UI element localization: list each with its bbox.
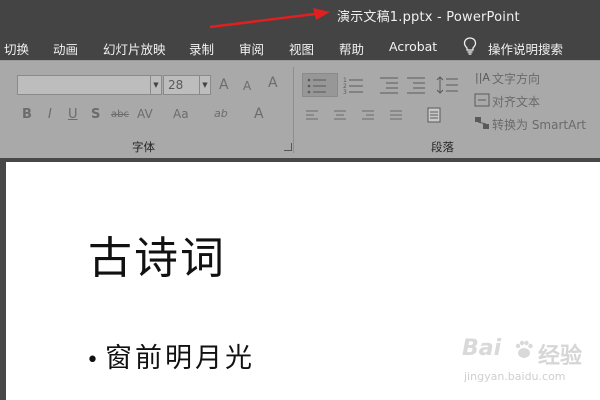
bullets-button[interactable] (302, 73, 338, 97)
tab-acrobat[interactable]: Acrobat (389, 39, 437, 54)
tab-slideshow[interactable]: 幻灯片放映 (103, 39, 166, 58)
group-divider (293, 67, 294, 153)
underline-button[interactable]: U (68, 107, 78, 122)
font-group-label: 字体 (132, 140, 155, 154)
chevron-down-icon[interactable]: ▼ (150, 76, 161, 94)
slide-title[interactable]: 古诗词 (88, 222, 226, 286)
tab-help[interactable]: 帮助 (339, 39, 364, 58)
decrease-font-button[interactable]: A (243, 79, 251, 93)
text-direction-button[interactable]: 文字方向 (492, 70, 540, 87)
chevron-down-icon[interactable]: ▼ (199, 76, 210, 94)
font-size-value: 28 (168, 78, 184, 92)
svg-text:3: 3 (343, 89, 347, 95)
increase-font-button[interactable]: A (219, 77, 229, 93)
paragraph-group-label: 段落 (431, 140, 454, 154)
tab-review[interactable]: 审阅 (239, 39, 264, 58)
font-name-field[interactable]: ▼ (17, 75, 162, 95)
convert-smartart-button[interactable]: 转换为 SmartArt (492, 116, 586, 133)
columns-icon[interactable] (427, 107, 441, 123)
bold-button[interactable]: B (22, 107, 32, 122)
ribbon: ▼ 28 ▼ A A A B I U S abc AV Aa ab A 字体 1… (0, 60, 600, 158)
svg-text:||A: ||A (475, 71, 490, 84)
increase-indent-icon[interactable] (405, 75, 427, 95)
align-text-icon[interactable] (474, 93, 490, 107)
ribbon-tabs: 切换 动画 幻灯片放映 录制 审阅 视图 帮助 Acrobat 操作说明搜索 (0, 32, 600, 60)
character-spacing-button[interactable]: AV (137, 107, 153, 121)
lightbulb-icon[interactable] (463, 37, 477, 55)
tab-view[interactable]: 视图 (289, 39, 314, 58)
decrease-indent-icon[interactable] (378, 75, 400, 95)
bullet-marker: • (86, 348, 99, 373)
italic-button[interactable]: I (48, 107, 52, 122)
highlight-button[interactable]: ab (214, 107, 228, 120)
strikethrough-button[interactable]: abc (111, 109, 129, 120)
tell-me-search[interactable]: 操作说明搜索 (488, 39, 563, 58)
watermark-product: 经验 (538, 344, 583, 369)
title-bar: 演示文稿1.pptx - PowerPoint (0, 0, 600, 32)
watermark-url: jingyan.baidu.com (464, 370, 566, 383)
tab-record[interactable]: 录制 (189, 39, 214, 58)
bullet-item[interactable]: 窗前明月光 (105, 336, 255, 375)
line-spacing-icon[interactable] (436, 75, 462, 95)
clear-formatting-button[interactable]: A (268, 75, 278, 91)
tab-animations[interactable]: 动画 (53, 39, 78, 58)
baidu-watermark: Bai 经验 jingyan.baidu.com (462, 336, 592, 396)
align-text-button[interactable]: 对齐文本 (492, 93, 540, 110)
shadow-button[interactable]: S (91, 107, 100, 122)
tab-transitions[interactable]: 切换 (4, 39, 29, 58)
text-direction-icon[interactable]: ||A (474, 69, 490, 85)
baidu-paw-icon (515, 340, 533, 358)
smartart-icon[interactable] (474, 116, 490, 130)
font-dialog-launcher-icon[interactable] (284, 143, 292, 151)
bullets-icon (307, 78, 326, 94)
numbering-icon[interactable]: 1 2 3 (343, 75, 369, 95)
font-size-field[interactable]: 28 ▼ (163, 75, 211, 95)
change-case-button[interactable]: Aa (173, 107, 189, 121)
font-color-button[interactable]: A (254, 106, 264, 122)
watermark-brand: Bai (462, 336, 502, 361)
window-title: 演示文稿1.pptx - PowerPoint (337, 10, 520, 25)
alignment-buttons[interactable] (306, 109, 416, 123)
